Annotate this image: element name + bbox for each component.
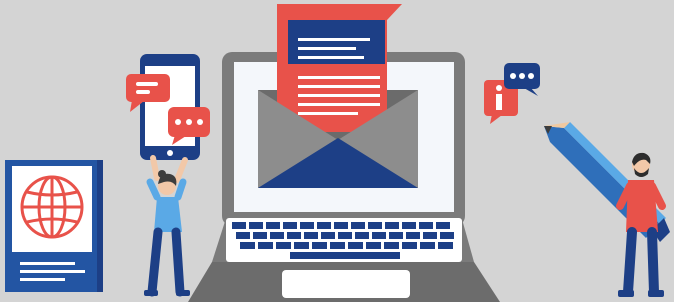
man-figure bbox=[616, 152, 666, 297]
keyboard-key bbox=[348, 242, 363, 249]
keyboard-key bbox=[440, 232, 454, 239]
keyboard-key bbox=[402, 222, 416, 229]
globe-icon bbox=[20, 175, 84, 239]
keyboard-key bbox=[402, 242, 417, 249]
keyboard-key bbox=[253, 232, 267, 239]
keyboard-key bbox=[338, 232, 352, 239]
keyboard-key bbox=[270, 232, 284, 239]
keyboard-key bbox=[249, 222, 263, 229]
keyboard-key bbox=[321, 232, 335, 239]
keyboard-key bbox=[438, 242, 453, 249]
keyboard-key bbox=[385, 222, 399, 229]
keyboard-key bbox=[330, 242, 345, 249]
keyboard-key bbox=[351, 222, 365, 229]
keyboard-key bbox=[300, 222, 314, 229]
keyboard-key bbox=[389, 232, 403, 239]
woman-figure bbox=[144, 155, 190, 297]
keyboard-key bbox=[384, 242, 399, 249]
keyboard-key bbox=[406, 232, 420, 239]
passport-icon bbox=[5, 160, 103, 292]
spacebar-key bbox=[290, 252, 400, 259]
keyboard-key bbox=[283, 222, 297, 229]
keyboard-key bbox=[317, 222, 331, 229]
keyboard-key bbox=[436, 222, 450, 229]
keyboard-key bbox=[366, 242, 381, 249]
keyboard-key bbox=[355, 232, 369, 239]
illustration-scene bbox=[5, 4, 670, 302]
keyboard-key bbox=[240, 242, 255, 249]
keyboard-key bbox=[236, 232, 250, 239]
keyboard-key bbox=[232, 222, 246, 229]
keyboard-key bbox=[304, 232, 318, 239]
keyboard-key bbox=[258, 242, 273, 249]
keyboard-key bbox=[368, 222, 382, 229]
keyboard-key bbox=[372, 232, 386, 239]
keyboard-key bbox=[294, 242, 309, 249]
keyboard-key bbox=[419, 222, 433, 229]
keyboard-key bbox=[287, 232, 301, 239]
keyboard-key bbox=[420, 242, 435, 249]
keyboard-key bbox=[266, 222, 280, 229]
keyboard-key bbox=[312, 242, 327, 249]
keyboard-key bbox=[423, 232, 437, 239]
keyboard-key bbox=[334, 222, 348, 229]
keyboard-key bbox=[276, 242, 291, 249]
